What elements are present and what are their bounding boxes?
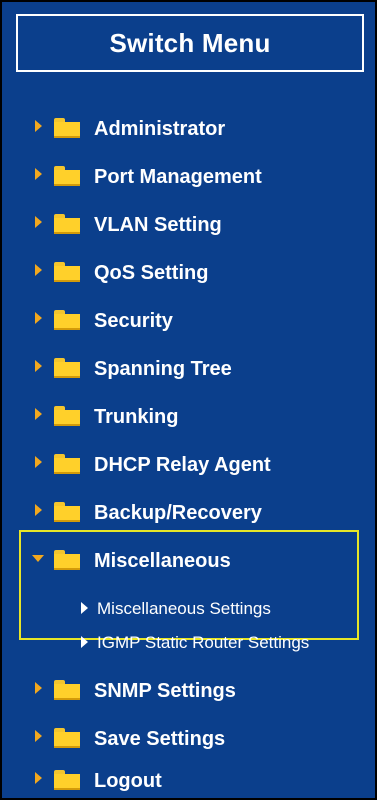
menu-item-miscellaneous[interactable]: Miscellaneous: [2, 538, 379, 586]
submenu-item-miscellaneous-settings[interactable]: Miscellaneous Settings: [2, 594, 379, 624]
menu-item-port-management[interactable]: Port Management: [2, 154, 379, 202]
submenu-item-label: Miscellaneous Settings: [97, 599, 271, 618]
chevron-right-icon: [35, 312, 42, 324]
chevron-right-icon: [35, 120, 42, 132]
switch-menu-panel: Switch Menu Administrator Port Managemen…: [0, 0, 377, 800]
menu-item-label: Spanning Tree: [94, 358, 232, 380]
menu-item-label: Security: [94, 310, 173, 332]
folder-icon: [54, 358, 80, 378]
chevron-right-icon: [35, 772, 42, 784]
folder-icon: [54, 262, 80, 282]
menu-item-label: Backup/Recovery: [94, 502, 262, 524]
submenu-item-igmp-static-router-settings[interactable]: IGMP Static Router Settings: [2, 628, 379, 658]
folder-icon: [54, 310, 80, 330]
menu-item-label: Logout: [94, 770, 162, 792]
chevron-right-icon: [35, 456, 42, 468]
menu-item-label: Port Management: [94, 166, 262, 188]
menu-item-logout[interactable]: Logout: [2, 758, 379, 806]
menu-item-dhcp-relay-agent[interactable]: DHCP Relay Agent: [2, 442, 379, 490]
menu-item-backup-recovery[interactable]: Backup/Recovery: [2, 490, 379, 538]
chevron-right-icon: [35, 682, 42, 694]
menu-item-label: SNMP Settings: [94, 680, 236, 702]
menu-item-label: DHCP Relay Agent: [94, 454, 271, 476]
chevron-right-icon: [35, 408, 42, 420]
menu-item-snmp-settings[interactable]: SNMP Settings: [2, 668, 379, 716]
chevron-right-icon: [35, 216, 42, 228]
folder-icon: [54, 770, 80, 790]
chevron-right-icon: [35, 730, 42, 742]
chevron-down-icon: [32, 555, 44, 562]
menu-item-label: Administrator: [94, 118, 226, 140]
menu-item-security[interactable]: Security: [2, 298, 379, 346]
menu-item-label: VLAN Setting: [94, 214, 222, 236]
triangle-right-icon: [81, 602, 88, 614]
submenu-item-label: IGMP Static Router Settings: [97, 633, 310, 652]
menu-item-label: Trunking: [94, 406, 179, 428]
chevron-right-icon: [35, 504, 42, 516]
menu-item-label: QoS Setting: [94, 262, 209, 284]
menu-item-spanning-tree[interactable]: Spanning Tree: [2, 346, 379, 394]
folder-icon: [54, 454, 80, 474]
menu-item-trunking[interactable]: Trunking: [2, 394, 379, 442]
folder-icon: [54, 502, 80, 522]
folder-icon: [54, 166, 80, 186]
menu-item-administrator[interactable]: Administrator: [2, 106, 379, 154]
chevron-right-icon: [35, 360, 42, 372]
menu-item-save-settings[interactable]: Save Settings: [2, 716, 379, 764]
folder-icon: [54, 680, 80, 700]
menu-item-label: Miscellaneous: [94, 550, 231, 572]
folder-icon: [54, 214, 80, 234]
folder-icon: [54, 118, 80, 138]
folder-icon: [54, 550, 80, 570]
menu-title: Switch Menu: [16, 14, 364, 72]
chevron-right-icon: [35, 264, 42, 276]
folder-icon: [54, 728, 80, 748]
folder-icon: [54, 406, 80, 426]
chevron-right-icon: [35, 168, 42, 180]
menu-item-qos-setting[interactable]: QoS Setting: [2, 250, 379, 298]
menu-item-vlan-setting[interactable]: VLAN Setting: [2, 202, 379, 250]
menu-item-label: Save Settings: [94, 728, 226, 750]
triangle-right-icon: [81, 636, 88, 648]
